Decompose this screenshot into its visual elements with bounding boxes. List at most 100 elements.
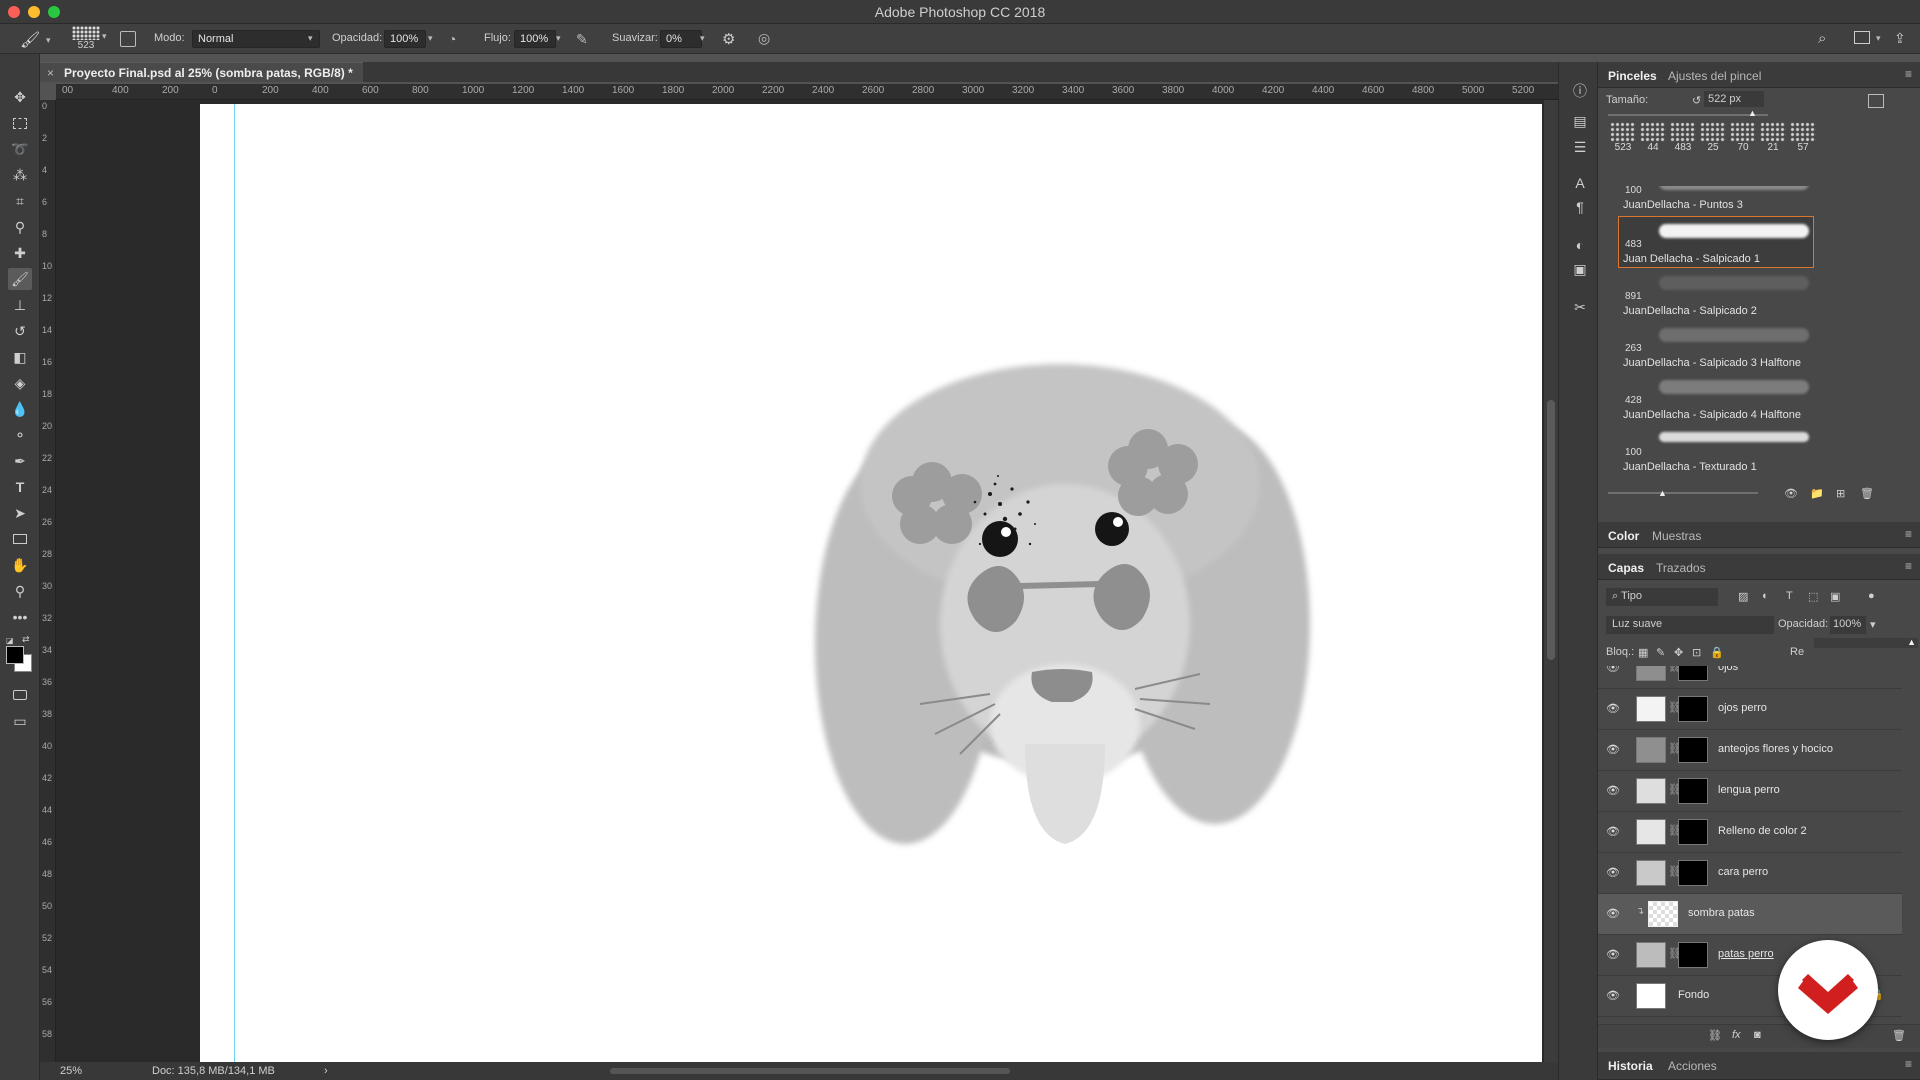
pen-icon[interactable]: ✒ [8, 450, 32, 472]
magic-wand-icon[interactable]: ⁂ [8, 164, 32, 186]
scroll-thumb[interactable] [1547, 400, 1555, 660]
recent-brush-tip[interactable]: 25 [1698, 122, 1728, 156]
visibility-eye-icon[interactable]: 👁 [1606, 948, 1620, 961]
layer-name[interactable]: cara perro [1718, 866, 1768, 878]
brush-item[interactable]: 100 JuanDellacha - Texturado 1 [1618, 424, 1814, 476]
blend-mode-select[interactable]: Luz suave [1606, 616, 1774, 634]
visibility-eye-icon[interactable]: 👁 [1606, 989, 1620, 1002]
zoom-level[interactable]: 25% [60, 1065, 82, 1077]
crop-icon[interactable]: ⌗ [8, 190, 32, 212]
vertical-ruler[interactable]: 0 2 4 6 8 10 12 14 16 18 20 22 24 26 28 30 32 34 36 38 40 42 4… [40, 100, 56, 1062]
bucket-icon[interactable]: ◈ [8, 372, 32, 394]
flow-input[interactable]: 100% [514, 30, 556, 48]
brush-item[interactable]: 428 JuanDellacha - Salpicado 4 Halftone [1618, 372, 1814, 424]
chevron-down-icon[interactable]: ▾ [1870, 618, 1876, 631]
filter-type-icon[interactable]: T [1786, 590, 1793, 602]
visibility-eye-icon[interactable]: 👁 [1606, 784, 1620, 797]
folder-icon[interactable]: 📁 [1810, 487, 1824, 500]
layer-mask-thumbnail[interactable] [1678, 737, 1708, 763]
layer-thumbnail[interactable] [1636, 860, 1666, 886]
layer-row[interactable]: 👁 ⛓ anteojos flores y hocico [1598, 730, 1902, 771]
tool-presets-icon[interactable]: ✂ [1571, 298, 1589, 316]
lasso-icon[interactable]: ➰ [8, 138, 32, 160]
chevron-down-icon[interactable]: ▾ [556, 33, 561, 44]
layer-name[interactable]: Relleno de color 2 [1718, 825, 1807, 837]
visibility-eye-icon[interactable]: 👁 [1606, 907, 1620, 920]
properties-icon[interactable]: ☰ [1571, 138, 1589, 156]
layer-name[interactable]: Fondo [1678, 989, 1709, 1001]
marquee-icon[interactable] [8, 112, 32, 134]
layer-row[interactable]: 👁 ⛓ cara perro [1598, 853, 1902, 894]
close-tab-icon[interactable]: × [47, 66, 54, 80]
layer-name[interactable]: lengua perro [1718, 784, 1780, 796]
workspace-icon[interactable] [1854, 31, 1870, 44]
visibility-eye-icon[interactable]: 👁 [1606, 666, 1620, 674]
layer-thumbnail[interactable] [1648, 901, 1678, 927]
smoothing-input[interactable]: 0% [660, 30, 702, 48]
brush-preset-picker[interactable]: 523 [72, 26, 100, 51]
paragraph-icon[interactable]: ¶ [1571, 198, 1589, 216]
zoom-icon[interactable]: ⚲ [8, 580, 32, 602]
lock-transparency-icon[interactable]: ▦ [1638, 646, 1648, 659]
panel-menu-icon[interactable]: ≡ [1905, 559, 1912, 573]
rectangle-icon[interactable] [8, 528, 32, 550]
filter-adjustment-icon[interactable]: ◐ [1762, 590, 1769, 602]
brush-tool-icon[interactable]: 🖌 [20, 30, 40, 50]
character-icon[interactable]: A [1571, 174, 1589, 192]
tab-layers[interactable]: Capas [1608, 561, 1644, 575]
layer-name[interactable]: sombra patas [1688, 907, 1755, 919]
tab-history[interactable]: Historia [1608, 1059, 1653, 1073]
layer-thumbnail[interactable] [1636, 778, 1666, 804]
hand-icon[interactable]: ✋ [8, 554, 32, 576]
tab-paths[interactable]: Trazados [1656, 561, 1706, 575]
tab-actions[interactable]: Acciones [1668, 1059, 1717, 1073]
recent-brush-tip[interactable]: 57 [1788, 122, 1818, 156]
gear-icon[interactable]: ⚙ [722, 30, 735, 48]
horizontal-scrollbar[interactable] [610, 1068, 1010, 1074]
type-icon[interactable]: T [8, 476, 32, 498]
panel-menu-icon[interactable]: ≡ [1905, 67, 1912, 81]
layer-thumbnail[interactable] [1636, 983, 1666, 1009]
filter-toggle-icon[interactable]: ● [1868, 590, 1875, 602]
chevron-down-icon[interactable]: ▾ [1876, 33, 1881, 44]
layer-row[interactable]: 👁 ⛓ Relleno de color 2 [1598, 812, 1902, 853]
pressure-size-icon[interactable]: ◎ [758, 30, 770, 47]
stamp-icon[interactable]: ⊥ [8, 294, 32, 316]
lock-pixels-icon[interactable]: ✎ [1656, 646, 1665, 659]
recent-brush-tip[interactable]: 21 [1758, 122, 1788, 156]
layer-thumbnail[interactable] [1636, 819, 1666, 845]
tab-swatches[interactable]: Muestras [1652, 529, 1701, 543]
new-brush-icon[interactable] [1868, 94, 1884, 108]
info-icon[interactable]: ⓘ [1571, 82, 1589, 100]
add-mask-icon[interactable]: ◙ [1754, 1029, 1761, 1041]
layer-row[interactable]: 👁 ⛓ ojos [1598, 666, 1902, 689]
visibility-eye-icon[interactable]: 👁 [1606, 825, 1620, 838]
quick-mask-icon[interactable] [8, 684, 32, 706]
more-icon[interactable]: ••• [8, 606, 32, 628]
panel-menu-icon[interactable]: ≡ [1905, 527, 1912, 541]
layer-row-selected[interactable]: 👁 ↴ sombra patas [1598, 894, 1902, 935]
layer-mask-thumbnail[interactable] [1678, 666, 1708, 681]
lock-artboard-icon[interactable]: ⊡ [1692, 646, 1701, 659]
dodge-icon[interactable]: ⚬ [8, 424, 32, 446]
layer-thumbnail[interactable] [1636, 666, 1666, 681]
fx-icon[interactable]: fx [1732, 1029, 1741, 1041]
brush-panel-toggle-icon[interactable] [120, 31, 136, 47]
layer-name[interactable]: ojos [1718, 666, 1738, 673]
foreground-color-swatch[interactable] [6, 646, 24, 664]
mode-select[interactable]: Normal [192, 30, 320, 48]
opacity-input[interactable]: 100% [384, 30, 426, 48]
layer-thumbnail[interactable] [1636, 737, 1666, 763]
history-brush-icon[interactable]: ↺ [8, 320, 32, 342]
brush-item[interactable]: 891 JuanDellacha - Salpicado 2 [1618, 268, 1814, 320]
doc-size-info[interactable]: Doc: 135,8 MB/134,1 MB [152, 1065, 275, 1077]
link-layers-icon[interactable]: ⛓ [1708, 1029, 1722, 1042]
reset-size-icon[interactable]: ↺ [1692, 94, 1701, 107]
tab-brushes[interactable]: Pinceles [1608, 69, 1657, 83]
opacity-popup-slider[interactable]: ▲ [1814, 637, 1918, 648]
layer-row[interactable]: 👁 ⛓ lengua perro [1598, 771, 1902, 812]
filter-smart-object-icon[interactable]: ▣ [1830, 590, 1840, 603]
visibility-eye-icon[interactable]: 👁 [1606, 866, 1620, 879]
preview-slider-thumb[interactable]: ▲ [1658, 488, 1667, 498]
layer-name[interactable]: ojos perro [1718, 702, 1767, 714]
